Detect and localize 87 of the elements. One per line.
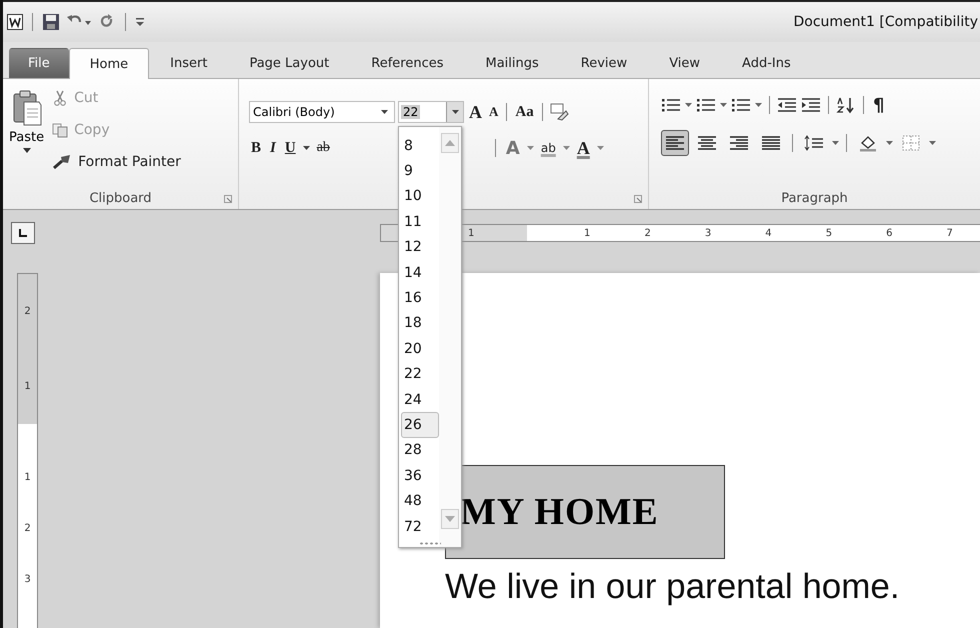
ruler-number: 1 — [24, 381, 31, 392]
strikethrough-button[interactable]: ab — [314, 140, 332, 156]
caret-icon — [381, 110, 388, 114]
numbered-list-icon[interactable] — [731, 96, 751, 114]
indent-icon[interactable] — [777, 96, 797, 114]
caret-icon[interactable] — [832, 141, 839, 145]
font-size-option[interactable]: 12 — [401, 234, 439, 260]
indent-icon[interactable] — [801, 96, 821, 114]
format-painter-button[interactable]: Format Painter — [52, 149, 181, 175]
caret-icon — [22, 148, 31, 153]
caret-icon — [452, 110, 458, 114]
caret-icon[interactable] — [929, 141, 936, 145]
font-name-field[interactable]: Calibri (Body) — [249, 101, 395, 123]
italic-button[interactable]: I — [268, 140, 278, 156]
font-size-option[interactable]: 11 — [401, 209, 439, 235]
down-arrow-icon — [445, 516, 455, 522]
text-align-icon — [697, 134, 717, 152]
scissors-icon — [52, 90, 68, 106]
ribbon-tab[interactable]: Page Layout — [228, 48, 350, 78]
ruler-number: 2 — [24, 523, 31, 534]
ribbon-tab[interactable]: Home — [68, 48, 150, 79]
font-size-option[interactable]: 18 — [401, 310, 439, 336]
grow-font-button[interactable]: A — [467, 102, 484, 122]
group-label: Clipboard — [89, 191, 152, 206]
customize-menu-icon[interactable] — [135, 15, 145, 29]
align-button[interactable] — [661, 130, 689, 156]
numbered-list-icon[interactable] — [696, 96, 716, 114]
dialog-launcher-icon[interactable] — [634, 195, 642, 203]
font-size-option[interactable]: 48 — [401, 488, 439, 514]
text-align-icon — [665, 134, 685, 152]
ribbon-tab[interactable]: References — [350, 48, 464, 78]
ruler-number: 3 — [24, 574, 31, 585]
word-logo-icon — [7, 14, 23, 30]
font-color-button[interactable]: A — [574, 138, 592, 158]
body-text: We live in our parental home. — [445, 567, 901, 607]
eraser-icon[interactable] — [548, 102, 569, 122]
up-arrow-icon — [445, 140, 455, 146]
font-size-option[interactable]: 14 — [401, 260, 439, 286]
change-case-button[interactable]: Aa — [513, 104, 536, 120]
font-size-option[interactable]: 9 — [401, 158, 439, 184]
font-size-option[interactable]: 72 — [401, 514, 439, 540]
caret-icon[interactable] — [720, 103, 727, 107]
save-icon[interactable] — [42, 13, 60, 31]
line-spacing-icon — [804, 134, 824, 152]
sort-icon[interactable] — [836, 96, 856, 114]
font-size-option[interactable]: 16 — [401, 285, 439, 311]
bullet-list-icon[interactable] — [661, 96, 681, 114]
file-tab[interactable]: File — [9, 48, 69, 78]
clipboard-icon — [12, 89, 42, 127]
font-size-field[interactable]: 22 — [398, 101, 464, 123]
resize-grip-icon[interactable] — [419, 542, 441, 545]
font-size-option[interactable]: 26 — [401, 412, 439, 438]
bold-button[interactable]: B — [249, 140, 264, 156]
font-size-option[interactable]: 24 — [401, 386, 439, 412]
ribbon-tab[interactable]: View — [648, 48, 722, 78]
font-size-option[interactable]: 20 — [401, 336, 439, 362]
paste-button[interactable]: Paste — [7, 87, 46, 175]
ribbon-tab[interactable]: Add-Ins — [721, 48, 812, 78]
copy-icon — [52, 122, 68, 138]
text-align-icon — [729, 134, 749, 152]
shrink-font-button[interactable]: A — [487, 104, 500, 120]
left-tab-icon — [18, 228, 28, 238]
ruler-number: 2 — [24, 306, 31, 317]
dialog-launcher-icon[interactable] — [224, 195, 232, 203]
window-title: Document1 [Compatibility — [793, 14, 979, 30]
tab-selector-button[interactable] — [11, 222, 35, 244]
text-effects-button[interactable]: A — [504, 138, 522, 158]
text-align-icon — [761, 134, 781, 152]
font-size-option[interactable]: 10 — [401, 184, 439, 210]
caret-icon[interactable] — [302, 146, 310, 150]
font-size-option[interactable]: 8 — [401, 133, 439, 158]
caret-icon[interactable] — [755, 103, 762, 107]
caret-icon[interactable] — [685, 103, 692, 107]
underline-button[interactable]: U — [282, 140, 298, 156]
group-label: Paragraph — [781, 191, 848, 206]
caret-icon[interactable] — [886, 141, 893, 145]
font-size-option[interactable]: 28 — [401, 438, 439, 464]
highlight-button[interactable]: ab — [538, 141, 558, 155]
ribbon-tab[interactable]: Mailings — [464, 48, 560, 78]
font-size-option[interactable]: 36 — [401, 463, 439, 488]
font-size-option[interactable]: 22 — [401, 362, 439, 387]
ribbon-tab[interactable]: Insert — [149, 48, 228, 78]
border-grid-icon — [901, 134, 921, 152]
show-formatting-button[interactable]: ¶ — [871, 94, 886, 116]
ribbon-tab[interactable]: Review — [560, 48, 648, 78]
heading-text: MY HOME — [460, 490, 659, 534]
ruler-number: 1 — [24, 472, 31, 483]
